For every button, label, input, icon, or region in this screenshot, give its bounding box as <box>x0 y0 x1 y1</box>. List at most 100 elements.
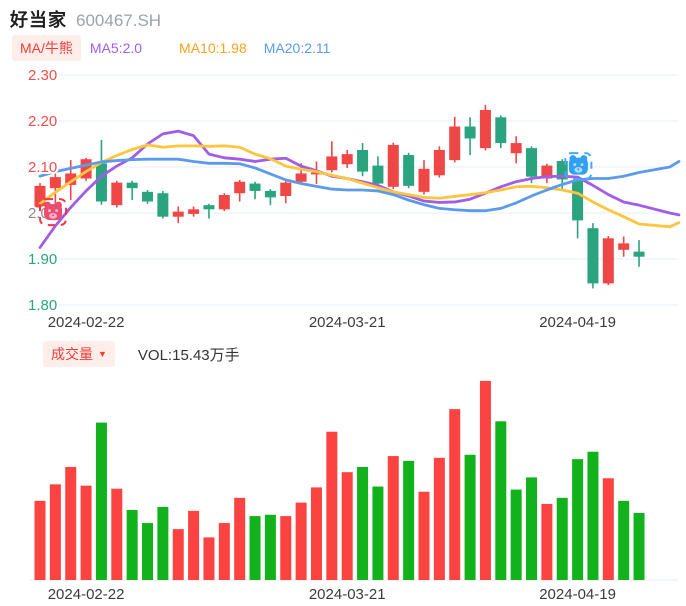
bear-marker-eye <box>573 163 576 166</box>
bear-marker-eye <box>580 163 583 166</box>
candle-body <box>219 195 230 209</box>
volume-selector-label: 成交量 <box>51 344 93 364</box>
candle-body <box>603 238 614 283</box>
volume-bar <box>296 503 307 580</box>
ma10-value-label: MA10:1.98 <box>179 40 247 56</box>
candle-body <box>96 163 107 201</box>
candle-body <box>250 184 261 191</box>
volume-legend-row: 成交量 ▼ VOL:15.43万手 <box>43 341 240 367</box>
candle-body <box>203 205 214 209</box>
price-axis-label: 2.20 <box>28 113 57 130</box>
volume-bar <box>572 459 583 580</box>
candle-body <box>357 150 368 172</box>
candle-body <box>296 173 307 181</box>
candle-body <box>511 143 522 153</box>
volume-bar <box>634 513 645 580</box>
volume-bar <box>541 504 552 580</box>
candle-body <box>495 117 506 143</box>
price-axis-label: 2.10 <box>28 159 57 176</box>
candle-body <box>342 154 353 164</box>
candle-body <box>234 182 245 194</box>
bull-marker-nose <box>52 214 54 216</box>
ma-mode-selector-button[interactable]: MA/牛熊 <box>12 35 81 61</box>
volume-bar <box>557 498 568 580</box>
volume-bar <box>265 515 276 580</box>
volume-bar <box>203 537 214 580</box>
candle-body <box>449 127 460 161</box>
volume-bar <box>96 423 107 580</box>
candle-body <box>526 148 537 177</box>
candle-body <box>326 156 337 170</box>
volume-bar <box>618 501 629 580</box>
date-axis-label: 2024-04-19 <box>539 314 616 331</box>
volume-date-axis-label: 2024-03-21 <box>309 586 386 603</box>
bull-marker-eye <box>48 209 51 212</box>
volume-bar <box>388 456 399 580</box>
volume-bar <box>111 489 122 580</box>
candle-body <box>173 212 184 217</box>
volume-bar <box>326 432 337 580</box>
ma20-value-label: MA20:2.11 <box>264 40 331 56</box>
ma5-value-label: MA5:2.0 <box>90 40 142 56</box>
volume-bar <box>495 421 506 580</box>
price-axis-label: 1.90 <box>28 251 57 268</box>
chart-header: 好当家 600467.SH <box>10 6 161 32</box>
candle-body <box>50 177 61 188</box>
candle-body <box>572 181 583 221</box>
candle-body <box>372 166 383 184</box>
volume-bar <box>403 461 414 580</box>
volume-bar <box>35 501 46 580</box>
volume-series <box>35 381 645 580</box>
volume-indicator-selector-button[interactable]: 成交量 ▼ <box>43 341 115 367</box>
candle-body <box>388 145 399 187</box>
volume-bar <box>342 472 353 580</box>
volume-bar <box>173 529 184 580</box>
volume-bar <box>142 523 153 580</box>
candle-body <box>280 183 291 196</box>
candle-body <box>419 169 430 192</box>
candle-body <box>465 127 476 139</box>
volume-bar <box>157 507 168 580</box>
volume-bar <box>250 516 261 580</box>
volume-bar <box>526 477 537 580</box>
volume-bar <box>465 455 476 580</box>
candle-body <box>265 191 276 197</box>
candle-body <box>188 209 199 214</box>
candle-body <box>434 150 445 175</box>
volume-bar <box>127 510 138 580</box>
volume-bar <box>603 478 614 580</box>
date-axis-label: 2024-03-21 <box>309 314 386 331</box>
volume-date-axis-label: 2024-02-22 <box>48 586 125 603</box>
volume-bar <box>372 487 383 580</box>
candle-body <box>480 110 491 148</box>
chevron-down-icon: ▼ <box>98 349 107 359</box>
price-axis-label: 2.30 <box>28 67 57 84</box>
candle-body <box>618 243 629 249</box>
candle-body <box>634 252 645 257</box>
candle-body <box>142 192 153 202</box>
volume-bar <box>449 409 460 580</box>
volume-bar <box>311 487 322 580</box>
volume-bar <box>280 516 291 580</box>
volume-bar <box>81 486 92 580</box>
stock-chart-canvas: 2.302.202.102.001.901.802024-02-222024-0… <box>0 0 686 606</box>
date-axis-label: 2024-02-22 <box>48 314 125 331</box>
volume-bar <box>188 511 199 580</box>
stock-name: 好当家 <box>10 6 67 32</box>
candle-body <box>403 155 414 186</box>
candle-body <box>127 183 138 189</box>
volume-bar <box>65 467 76 580</box>
bull-marker-eye <box>55 209 58 212</box>
volume-date-axis-label: 2024-04-19 <box>539 586 616 603</box>
stock-code: 600467.SH <box>76 11 161 31</box>
volume-bar <box>511 490 522 580</box>
bear-marker-icon[interactable] <box>565 153 591 179</box>
latest-volume-label: VOL:15.43万手 <box>138 344 240 365</box>
bear-marker-nose <box>577 168 579 170</box>
volume-bar <box>234 498 245 580</box>
volume-bar <box>587 452 598 580</box>
volume-bar <box>480 381 491 580</box>
candlestick-series <box>35 105 645 289</box>
candle-body <box>157 193 168 216</box>
volume-bar <box>434 458 445 580</box>
